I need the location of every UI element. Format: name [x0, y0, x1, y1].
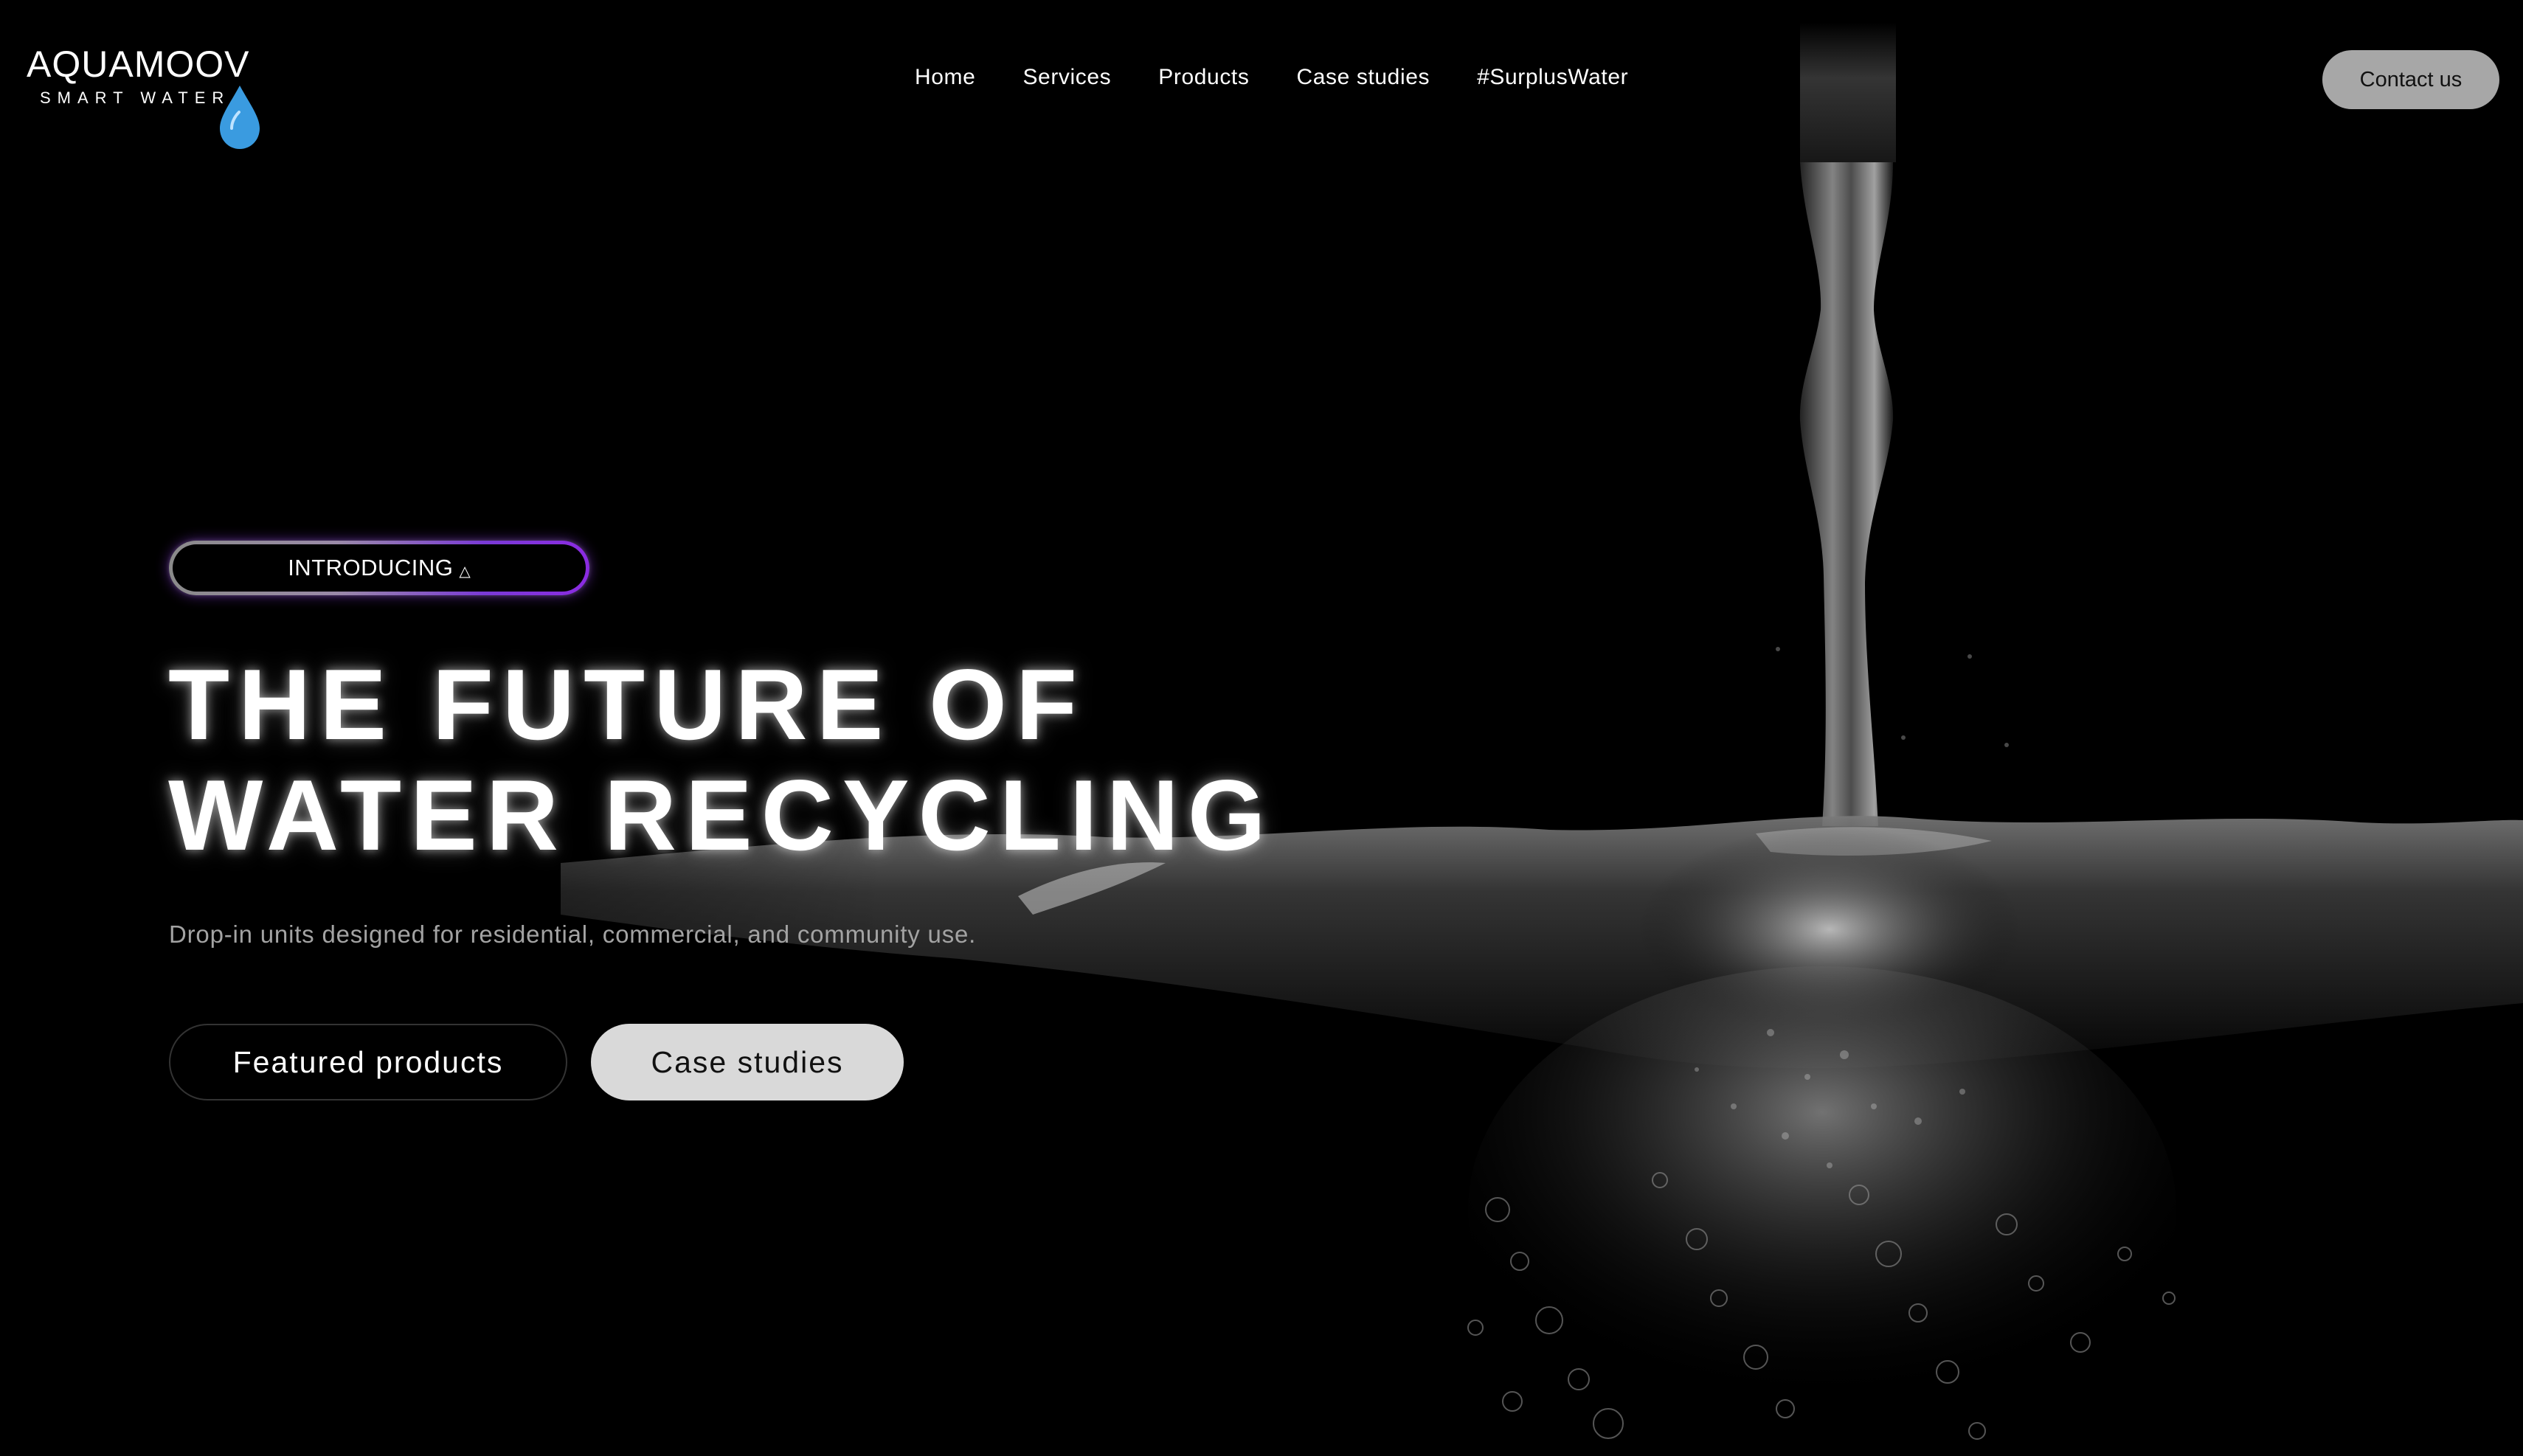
- contact-us-button[interactable]: Contact us: [2322, 50, 2499, 109]
- water-drop-icon: [220, 86, 260, 149]
- nav-products[interactable]: Products: [1135, 65, 1273, 90]
- nav-home[interactable]: Home: [915, 65, 999, 90]
- nav-case-studies[interactable]: Case studies: [1273, 65, 1453, 90]
- hero-title-line-1: THE FUTURE OF: [168, 648, 1086, 760]
- hero-subtitle: Drop-in units designed for residential, …: [169, 921, 977, 948]
- featured-products-button[interactable]: Featured products: [169, 1024, 567, 1100]
- brand-tagline: SMART WATER: [40, 89, 231, 107]
- page: AQUAMOOV SMART WATER Home Services Produ…: [0, 0, 2523, 1456]
- site-header: AQUAMOOV SMART WATER Home Services Produ…: [0, 0, 2523, 162]
- hero-title: THE FUTURE OF WATER RECYCLING: [168, 649, 1275, 870]
- introducing-badge: INTRODUCING △: [169, 541, 589, 595]
- hero-title-line-2: WATER RECYCLING: [168, 759, 1275, 871]
- case-studies-button[interactable]: Case studies: [591, 1024, 904, 1100]
- nav-services[interactable]: Services: [999, 65, 1135, 90]
- badge-label: INTRODUCING: [288, 555, 454, 580]
- main-nav: Home Services Products Case studies #Sur…: [915, 65, 1652, 90]
- triangle-icon: △: [459, 563, 471, 580]
- brand-logo[interactable]: AQUAMOOV SMART WATER: [27, 43, 260, 149]
- nav-surplus-water[interactable]: #SurplusWater: [1453, 65, 1652, 90]
